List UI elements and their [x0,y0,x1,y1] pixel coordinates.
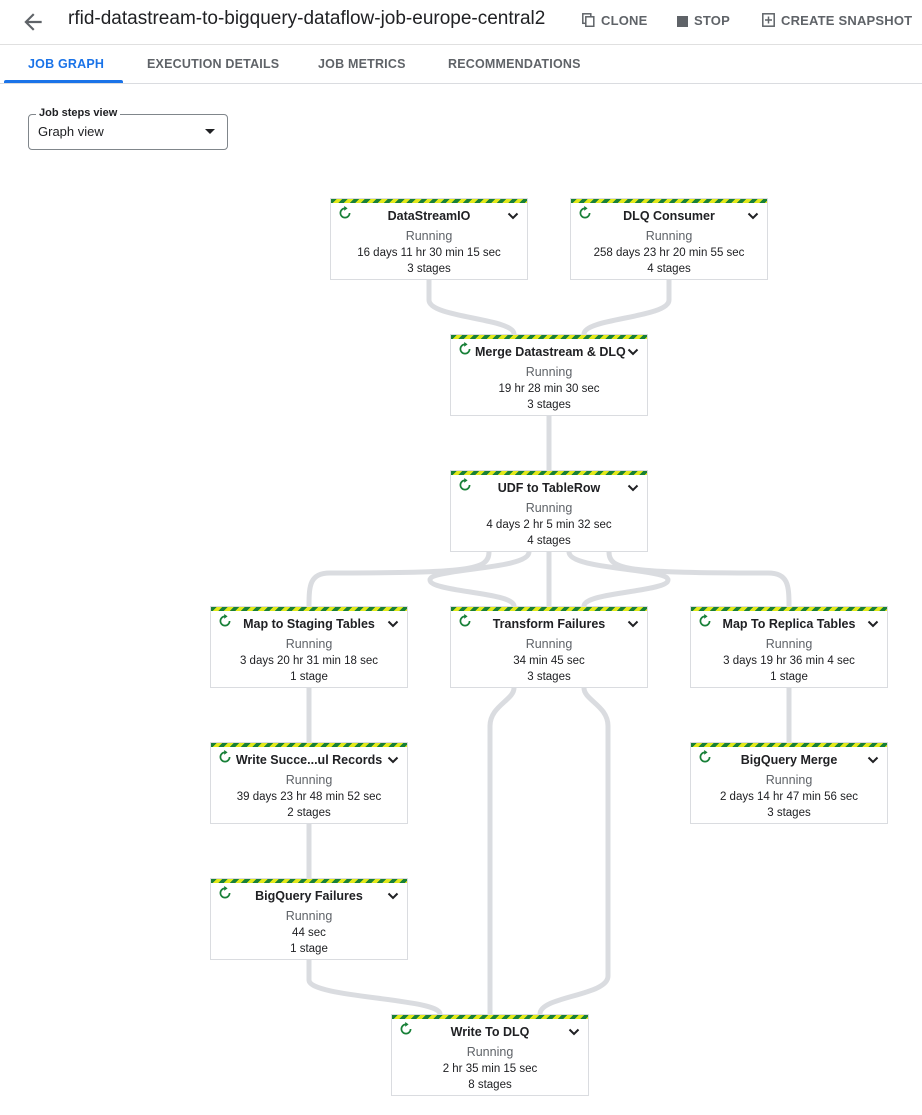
running-status-icon [459,478,471,491]
running-status-stripe [691,743,887,747]
node-name: UDF to TableRow [497,481,601,495]
node-stages: 8 stages [468,1079,512,1091]
node-name: Write Succe...ul Records [235,753,383,767]
node-duration: 2 days 14 hr 47 min 56 sec [719,791,859,803]
running-status-icon [219,614,231,627]
edge-udf-transform-left [427,549,532,609]
running-status-icon [219,886,231,899]
running-status-stripe [211,743,407,747]
running-status-stripe [392,1015,588,1019]
node-stages: 3 stages [527,671,571,683]
node-name: Transform Failures [492,617,606,631]
graph-node-merge-datastream-dlq[interactable]: Merge Datastream & DLQ Running 19 hr 28 … [450,334,648,416]
running-status-icon [339,206,351,219]
node-duration: 16 days 11 hr 30 min 15 sec [357,247,501,259]
running-status-icon [699,750,711,763]
graph-node-datastreamio[interactable]: DataStreamIO Running 16 days 11 hr 30 mi… [330,198,528,280]
node-duration: 3 days 20 hr 31 min 18 sec [239,655,379,667]
node-duration: 19 hr 28 min 30 sec [498,383,600,395]
running-status-icon [459,614,471,627]
node-stages: 1 stage [290,671,328,683]
graph-node-bigquery-failures[interactable]: BigQuery Failures Running 44 sec 1 stage [210,878,408,960]
chevron-down-icon[interactable] [507,211,519,221]
node-name: BigQuery Merge [740,753,838,767]
graph-node-udf-to-tablerow[interactable]: UDF to TableRow Running 4 days 2 hr 5 mi… [450,470,648,552]
node-stages: 3 stages [767,807,811,819]
node-status: Running [405,229,453,243]
node-duration: 258 days 23 hr 20 min 55 sec [593,247,745,259]
running-status-icon [699,614,711,627]
running-status-stripe [451,335,647,339]
node-duration: 34 min 45 sec [513,655,585,667]
chevron-down-icon[interactable] [387,891,399,901]
node-name: Merge Datastream & DLQ [475,345,626,359]
node-status: Running [466,1045,514,1059]
node-stages: 3 stages [527,399,571,411]
running-status-stripe [451,607,647,611]
running-status-icon [219,750,231,763]
node-status: Running [765,637,813,651]
node-stages: 1 stage [290,943,328,955]
node-name: Map to Staging Tables [243,617,375,631]
node-duration: 44 sec [292,927,326,939]
node-duration: 39 days 23 hr 48 min 52 sec [236,791,382,803]
node-stages: 4 stages [527,535,571,547]
chevron-down-icon[interactable] [627,619,639,629]
node-name: DLQ Consumer [623,209,715,223]
edge-dlqconsumer-merge [581,277,672,337]
running-status-stripe [211,879,407,883]
chevron-down-icon[interactable] [387,755,399,765]
edge-transform-writedlq-right [537,685,611,1017]
node-status: Running [285,909,333,923]
graph-node-dlq-consumer[interactable]: DLQ Consumer Running 258 days 23 hr 20 m… [570,198,768,280]
running-status-stripe [331,199,527,203]
node-name: BigQuery Failures [255,889,363,903]
node-duration: 4 days 2 hr 5 min 32 sec [486,519,612,531]
running-status-icon [579,206,591,219]
chevron-down-icon[interactable] [568,1027,580,1037]
node-name: Map To Replica Tables [722,617,856,631]
node-duration: 3 days 19 hr 36 min 4 sec [723,655,855,667]
node-stages: 4 stages [647,263,691,275]
node-status: Running [525,365,573,379]
chevron-down-icon[interactable] [387,619,399,629]
edge-udf-replica [606,549,792,609]
running-status-icon [400,1022,412,1035]
node-stages: 3 stages [407,263,451,275]
running-status-stripe [571,199,767,203]
edge-bqfailures-writedlq [306,957,443,1017]
graph-node-write-to-dlq[interactable]: Write To DLQ Running 2 hr 35 min 15 sec … [391,1014,589,1096]
node-status: Running [285,637,333,651]
edge-udf-transform-right [566,549,671,609]
node-name: DataStreamIO [387,209,471,223]
chevron-down-icon[interactable] [747,211,759,221]
edge-transform-writedlq-left [487,685,517,1017]
node-duration: 2 hr 35 min 15 sec [442,1063,538,1075]
chevron-down-icon[interactable] [627,483,639,493]
node-status: Running [765,773,813,787]
graph-node-transform-failures[interactable]: Transform Failures Running 34 min 45 sec… [450,606,648,688]
graph-node-map-to-staging-tables[interactable]: Map to Staging Tables Running 3 days 20 … [210,606,408,688]
edge-datastreamio-merge [426,277,517,337]
node-stages: 2 stages [287,807,331,819]
node-name: Write To DLQ [450,1025,530,1039]
node-status: Running [645,229,693,243]
node-status: Running [525,637,573,651]
graph-edges [306,277,792,1017]
running-status-stripe [451,471,647,475]
chevron-down-icon[interactable] [627,347,639,357]
chevron-down-icon[interactable] [867,755,879,765]
node-status: Running [525,501,573,515]
edge-udf-staging [306,549,492,609]
node-status: Running [285,773,333,787]
graph-node-map-to-replica-tables[interactable]: Map To Replica Tables Running 3 days 19 … [690,606,888,688]
running-status-stripe [211,607,407,611]
graph-node-bigquery-merge[interactable]: BigQuery Merge Running 2 days 14 hr 47 m… [690,742,888,824]
node-stages: 1 stage [770,671,808,683]
running-status-stripe [691,607,887,611]
graph-node-write-succe-ul-records[interactable]: Write Succe...ul Records Running 39 days… [210,742,408,824]
running-status-icon [459,342,471,355]
chevron-down-icon[interactable] [867,619,879,629]
